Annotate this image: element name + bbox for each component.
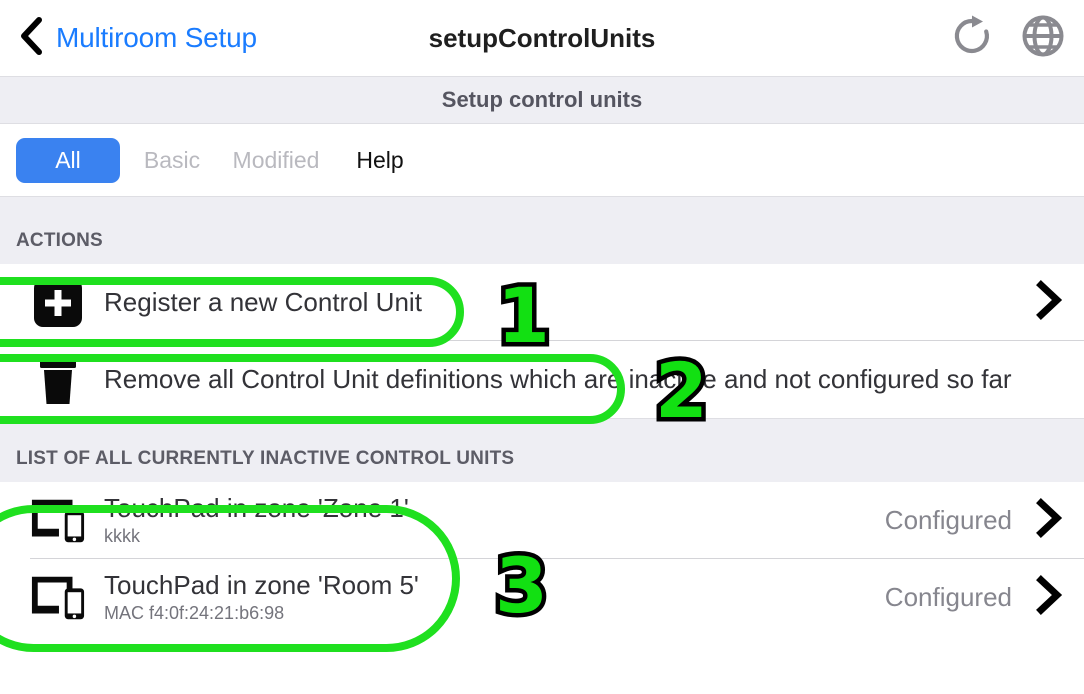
tab-modified[interactable]: Modified — [224, 138, 328, 183]
tablet-phone-icon — [30, 497, 86, 545]
inactive-control-units-list: TouchPad in zone 'Zone 1' kkkk Configure… — [0, 482, 1084, 636]
refresh-icon[interactable] — [950, 14, 994, 63]
trash-icon — [30, 354, 86, 406]
back-button-label: Multiroom Setup — [56, 22, 257, 53]
tab-bar: All Basic Modified Help — [0, 124, 1084, 196]
globe-icon[interactable] — [1020, 13, 1066, 64]
row-body: TouchPad in zone 'Room 5' MAC f4:0f:24:2… — [86, 570, 885, 624]
navigation-bar: Multiroom Setup setupControlUnits — [0, 0, 1084, 76]
chevron-right-icon — [1032, 496, 1066, 545]
status-badge: Configured — [884, 505, 1012, 535]
tablet-phone-icon — [30, 574, 86, 622]
back-button[interactable]: Multiroom Setup — [18, 16, 257, 61]
chevron-left-icon — [18, 16, 44, 61]
tab-basic[interactable]: Basic — [120, 138, 224, 183]
section-header-inactive-units: LIST OF ALL CURRENTLY INACTIVE CONTROL U… — [0, 418, 1084, 482]
section-header-actions: ACTIONS — [0, 196, 1084, 264]
row-title: TouchPad in zone 'Zone 1' — [104, 493, 409, 524]
row-subtitle: kkkk — [104, 525, 140, 546]
chevron-right-icon — [1032, 573, 1066, 622]
row-body: Register a new Control Unit — [86, 286, 1032, 318]
subheader-bar: Setup control units — [0, 76, 1084, 124]
chevron-right-icon — [1032, 278, 1066, 327]
navbar-actions — [950, 13, 1066, 64]
row-register-control-unit[interactable]: Register a new Control Unit — [0, 264, 1084, 341]
row-title: Remove all Control Unit definitions whic… — [104, 363, 1012, 394]
actions-list: Register a new Control Unit Remove all C… — [0, 264, 1084, 418]
app-screen: Multiroom Setup setupControlUnits Setup … — [0, 0, 1084, 694]
row-title: TouchPad in zone 'Room 5' — [104, 570, 419, 601]
section-header-label: LIST OF ALL CURRENTLY INACTIVE CONTROL U… — [16, 448, 515, 469]
list-item-touchpad-room-5[interactable]: TouchPad in zone 'Room 5' MAC f4:0f:24:2… — [0, 559, 1084, 636]
row-remove-inactive-control-units[interactable]: Remove all Control Unit definitions whic… — [0, 341, 1084, 418]
plus-square-icon — [30, 278, 86, 327]
row-title: Register a new Control Unit — [104, 286, 422, 317]
status-badge: Configured — [884, 582, 1012, 612]
list-item-touchpad-zone-1[interactable]: TouchPad in zone 'Zone 1' kkkk Configure… — [0, 482, 1084, 559]
row-subtitle: MAC f4:0f:24:21:b6:98 — [104, 602, 285, 623]
tab-help[interactable]: Help — [328, 138, 432, 183]
row-body: TouchPad in zone 'Zone 1' kkkk — [86, 493, 885, 547]
row-body: Remove all Control Unit definitions whic… — [86, 363, 1066, 395]
subheader-title: Setup control units — [441, 87, 643, 112]
section-header-label: ACTIONS — [16, 230, 103, 251]
tab-all[interactable]: All — [16, 137, 120, 183]
